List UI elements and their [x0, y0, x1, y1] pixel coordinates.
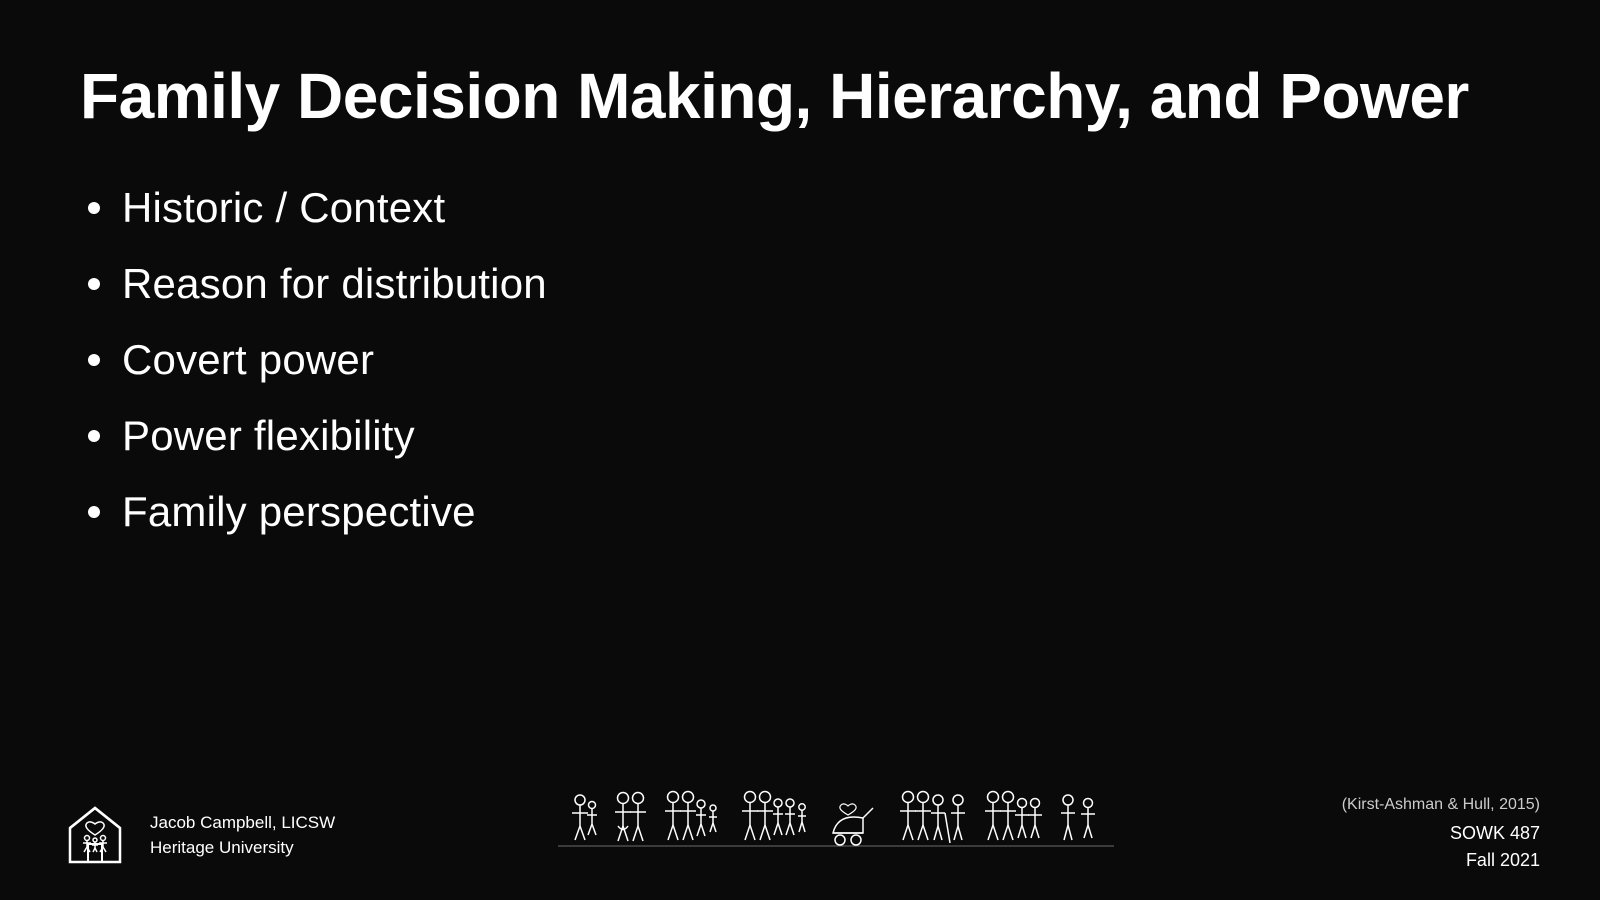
author-org: Heritage University — [150, 835, 335, 861]
author-name: Jacob Campbell, LICSW — [150, 810, 335, 836]
course-name: SOWK 487 Fall 2021 — [1342, 820, 1540, 874]
family-silhouettes-icon — [558, 788, 1118, 878]
bullet-dot — [88, 202, 100, 214]
footer-left: Jacob Campbell, LICSW Heritage Universit… — [60, 800, 335, 870]
slide: Family Decision Making, Hierarchy, and P… — [0, 0, 1600, 900]
footer-author-info: Jacob Campbell, LICSW Heritage Universit… — [150, 810, 335, 861]
bullet-dot — [88, 354, 100, 366]
bullet-dot — [88, 430, 100, 442]
footer-center — [335, 788, 1342, 883]
list-item: Family perspective — [80, 488, 1520, 536]
list-item: Reason for distribution — [80, 260, 1520, 308]
list-item: Power flexibility — [80, 412, 1520, 460]
list-item: Covert power — [80, 336, 1520, 384]
bullet-text-3: Covert power — [122, 336, 374, 384]
slide-title: Family Decision Making, Hierarchy, and P… — [80, 60, 1520, 134]
bullet-text-5: Family perspective — [122, 488, 476, 536]
footer-right: (Kirst-Ashman & Hull, 2015) SOWK 487 Fal… — [1342, 796, 1540, 874]
footer: Jacob Campbell, LICSW Heritage Universit… — [0, 790, 1600, 900]
bullet-text-4: Power flexibility — [122, 412, 415, 460]
bullet-text-1: Historic / Context — [122, 184, 445, 232]
heritage-university-logo — [60, 800, 130, 870]
bullet-dot — [88, 278, 100, 290]
citation-text: (Kirst-Ashman & Hull, 2015) — [1342, 796, 1540, 814]
list-item: Historic / Context — [80, 184, 1520, 232]
bullet-text-2: Reason for distribution — [122, 260, 547, 308]
bullet-dot — [88, 506, 100, 518]
bullet-list: Historic / Context Reason for distributi… — [80, 184, 1520, 536]
